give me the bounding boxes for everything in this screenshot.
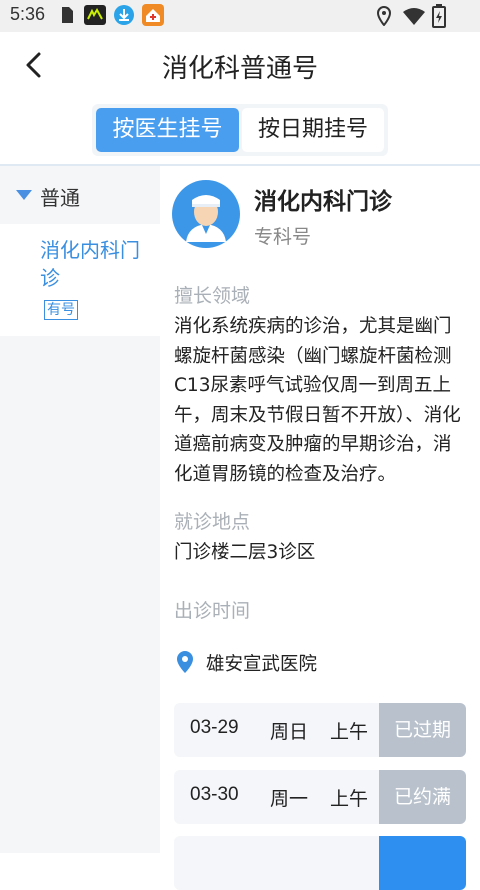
doctor-avatar xyxy=(172,180,240,248)
location-text: 门诊楼二层3诊区 xyxy=(174,542,316,563)
schedule-weekday: 周日 xyxy=(270,721,309,743)
schedule-date: 03-30 xyxy=(190,784,239,805)
triangle-down-icon xyxy=(16,190,32,200)
hospital-app-icon xyxy=(142,4,164,26)
sidebar-category-general[interactable]: 普通 xyxy=(0,166,160,224)
location-status-icon xyxy=(376,6,392,26)
app-badge-icon xyxy=(84,5,106,25)
expertise-label: 擅长领域 xyxy=(174,285,251,307)
schedule-row: 03-30 周一 上午 已约满 xyxy=(174,770,466,824)
book-button[interactable] xyxy=(379,836,466,890)
doctor-name: 消化内科门诊 xyxy=(254,189,392,215)
sidebar-category-label: 普通 xyxy=(40,186,80,210)
sim-card-icon xyxy=(62,7,73,23)
download-icon xyxy=(114,5,134,25)
sidebar-item-gastro-clinic[interactable]: 消化内科门诊 有号 xyxy=(0,224,160,336)
status-bar: 5:36 xyxy=(0,0,480,32)
sidebar-item-label: 消化内科门诊 xyxy=(40,238,140,290)
expertise-text: 消化系统疾病的诊治，尤其是幽门螺旋杆菌感染（幽门螺旋杆菌检测C13尿素呼气试验仅… xyxy=(174,316,461,485)
expired-button: 已过期 xyxy=(379,703,466,757)
schedule-period: 上午 xyxy=(330,788,369,810)
schedule-row[interactable] xyxy=(174,836,466,890)
tab-by-doctor[interactable]: 按医生挂号 xyxy=(96,108,239,152)
tab-by-date[interactable]: 按日期挂号 xyxy=(242,108,384,152)
schedule-row: 03-29 周日 上午 已过期 xyxy=(174,703,466,757)
battery-icon xyxy=(432,4,446,28)
header: 消化科普通号 xyxy=(0,32,480,100)
location-pin-icon xyxy=(177,651,193,673)
wifi-icon xyxy=(403,8,425,25)
schedule-date: 03-29 xyxy=(190,717,239,738)
sidebar: 普通 消化内科门诊 有号 xyxy=(0,166,160,853)
status-time: 5:36 xyxy=(10,4,46,24)
doctor-type: 专科号 xyxy=(254,226,312,248)
location-label: 就诊地点 xyxy=(174,511,251,533)
schedule-period: 上午 xyxy=(330,721,369,743)
tab-bar: 按医生挂号 按日期挂号 xyxy=(92,104,388,156)
availability-badge: 有号 xyxy=(44,300,78,320)
schedule-label: 出诊时间 xyxy=(174,600,251,622)
fully-booked-button: 已约满 xyxy=(379,770,466,824)
schedule-weekday: 周一 xyxy=(270,788,309,810)
page-title: 消化科普通号 xyxy=(161,54,318,84)
hospital-name: 雄安宣武医院 xyxy=(206,654,318,675)
